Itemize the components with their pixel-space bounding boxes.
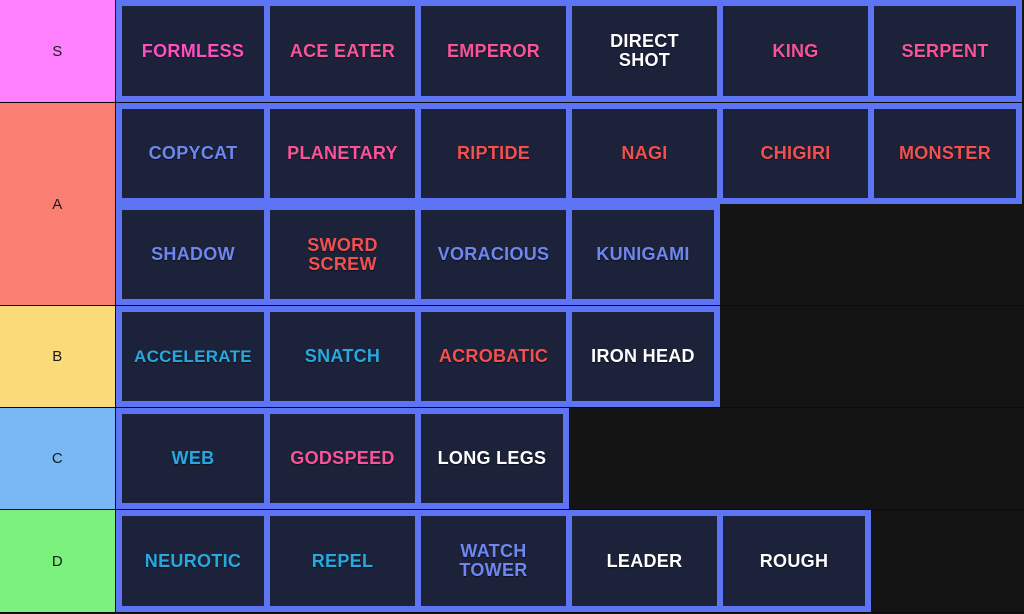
tier-label-a[interactable]: A <box>0 103 116 305</box>
tier-item-label: COPYCAT <box>148 143 238 164</box>
tier-row-c: C WEB GODSPEED LONG LEGS <box>0 408 1024 510</box>
tier-item-label: PLANETARY <box>287 143 398 164</box>
tier-item-label: MONSTER <box>898 143 992 164</box>
tier-item-label: LONG LEGS <box>437 448 547 469</box>
tier-item-row: NEUROTIC REPEL WATCH TOWER LEADER ROUGH <box>116 510 1024 612</box>
tier-item[interactable]: KING <box>720 0 871 102</box>
tier-item-label: VORACIOUS <box>437 244 550 265</box>
tier-item[interactable]: DIRECT SHOT <box>569 0 720 102</box>
tier-label-b[interactable]: B <box>0 306 116 407</box>
tier-item-label: SNATCH <box>304 346 381 367</box>
tier-item[interactable]: RIPTIDE <box>418 103 569 204</box>
tier-item[interactable]: SHADOW <box>116 204 267 305</box>
tier-item[interactable]: WATCH TOWER <box>418 510 569 612</box>
tier-item-label: RIPTIDE <box>456 143 531 164</box>
tier-item[interactable]: SERPENT <box>871 0 1022 102</box>
tier-item-row: COPYCAT PLANETARY RIPTIDE NAGI CHIGIRI MONSTE… <box>116 103 1024 204</box>
tier-item[interactable]: ROUGH <box>720 510 871 612</box>
tier-item[interactable]: PLANETARY <box>267 103 418 204</box>
tier-items-c: WEB GODSPEED LONG LEGS <box>116 408 1024 509</box>
tier-item-label: REPEL <box>311 550 374 571</box>
tier-item-label: NEUROTIC <box>144 550 242 571</box>
tier-items-d: NEUROTIC REPEL WATCH TOWER LEADER ROUGH <box>116 510 1024 612</box>
tier-item[interactable]: LONG LEGS <box>418 408 569 509</box>
tier-item[interactable]: EMPEROR <box>418 0 569 102</box>
tier-row-b: B ACCELERATE SNATCH ACROBATIC IRON HEAD <box>0 306 1024 408</box>
tier-label-d[interactable]: D <box>0 510 116 612</box>
tier-item-row: SHADOW SWORD SCREW VORACIOUS KUNIGAMI <box>116 204 1024 305</box>
tier-item[interactable]: KUNIGAMI <box>569 204 720 305</box>
tier-row-d: D NEUROTIC REPEL WATCH TOWER LEADER ROUGH <box>0 510 1024 613</box>
tier-item-label: CHIGIRI <box>760 143 831 164</box>
tier-items-b: ACCELERATE SNATCH ACROBATIC IRON HEAD <box>116 306 1024 407</box>
tier-item-label: ACCELERATE <box>134 346 252 366</box>
tier-item-label: GODSPEED <box>290 448 395 469</box>
tier-item-label: ACROBATIC <box>438 346 549 367</box>
tier-item-label: EMPEROR <box>446 40 541 61</box>
tier-label-c[interactable]: C <box>0 408 116 509</box>
tier-item-label: LEADER <box>606 550 683 571</box>
tier-item-label: IRON HEAD <box>591 346 695 367</box>
tier-item-label: KUNIGAMI <box>596 244 690 265</box>
tier-list-board: S FORMLESS ACE EATER EMPEROR DIRECT SHOT KING… <box>0 0 1024 614</box>
tier-item[interactable]: LEADER <box>569 510 720 612</box>
tier-item-row: ACCELERATE SNATCH ACROBATIC IRON HEAD <box>116 306 1024 407</box>
tier-item[interactable]: REPEL <box>267 510 418 612</box>
tier-item[interactable]: ACROBATIC <box>418 306 569 407</box>
tier-row-a: A COPYCAT PLANETARY RIPTIDE NAGI CHIGIRI MONST… <box>0 103 1024 306</box>
tier-item-label: SERPENT <box>901 40 989 61</box>
tier-item[interactable]: SNATCH <box>267 306 418 407</box>
tier-label-s[interactable]: S <box>0 0 116 102</box>
tier-item-label: SWORD SCREW <box>307 234 378 274</box>
tier-item-label: ROUGH <box>759 550 829 571</box>
tier-item[interactable]: VORACIOUS <box>418 204 569 305</box>
tier-item[interactable]: WEB <box>116 408 267 509</box>
tier-item[interactable]: COPYCAT <box>116 103 267 204</box>
tier-items-a: COPYCAT PLANETARY RIPTIDE NAGI CHIGIRI MONSTE… <box>116 103 1024 305</box>
tier-item[interactable]: GODSPEED <box>267 408 418 509</box>
tier-empty-space[interactable] <box>720 306 1024 407</box>
tier-item-label: DIRECT SHOT <box>610 31 679 70</box>
tier-item-row: WEB GODSPEED LONG LEGS <box>116 408 1024 509</box>
tier-empty-space[interactable] <box>720 204 1024 305</box>
tier-item-label: ACE EATER <box>289 40 396 61</box>
tier-item[interactable]: NAGI <box>569 103 720 204</box>
tier-item[interactable]: FORMLESS <box>116 0 267 102</box>
tier-item-label: NAGI <box>621 143 668 164</box>
tier-item[interactable]: MONSTER <box>871 103 1022 204</box>
tier-empty-space[interactable] <box>871 510 1024 612</box>
tier-item[interactable]: CHIGIRI <box>720 103 871 204</box>
tier-items-s: FORMLESS ACE EATER EMPEROR DIRECT SHOT KING S… <box>116 0 1024 102</box>
tier-item[interactable]: SWORD SCREW <box>267 204 418 305</box>
tier-item[interactable]: ACCELERATE <box>116 306 267 407</box>
tier-item-label: SHADOW <box>151 244 235 265</box>
tier-item-label: KING <box>772 40 819 61</box>
tier-item[interactable]: ACE EATER <box>267 0 418 102</box>
tier-item-row: FORMLESS ACE EATER EMPEROR DIRECT SHOT KING S… <box>116 0 1024 102</box>
tier-item-label: WATCH TOWER <box>459 541 528 580</box>
tier-empty-space[interactable] <box>569 408 1024 509</box>
tier-row-s: S FORMLESS ACE EATER EMPEROR DIRECT SHOT KING… <box>0 0 1024 103</box>
tier-item[interactable]: NEUROTIC <box>116 510 267 612</box>
tier-item-label: WEB <box>171 448 215 469</box>
tier-item-label: FORMLESS <box>141 40 245 61</box>
tier-item[interactable]: IRON HEAD <box>569 306 720 407</box>
